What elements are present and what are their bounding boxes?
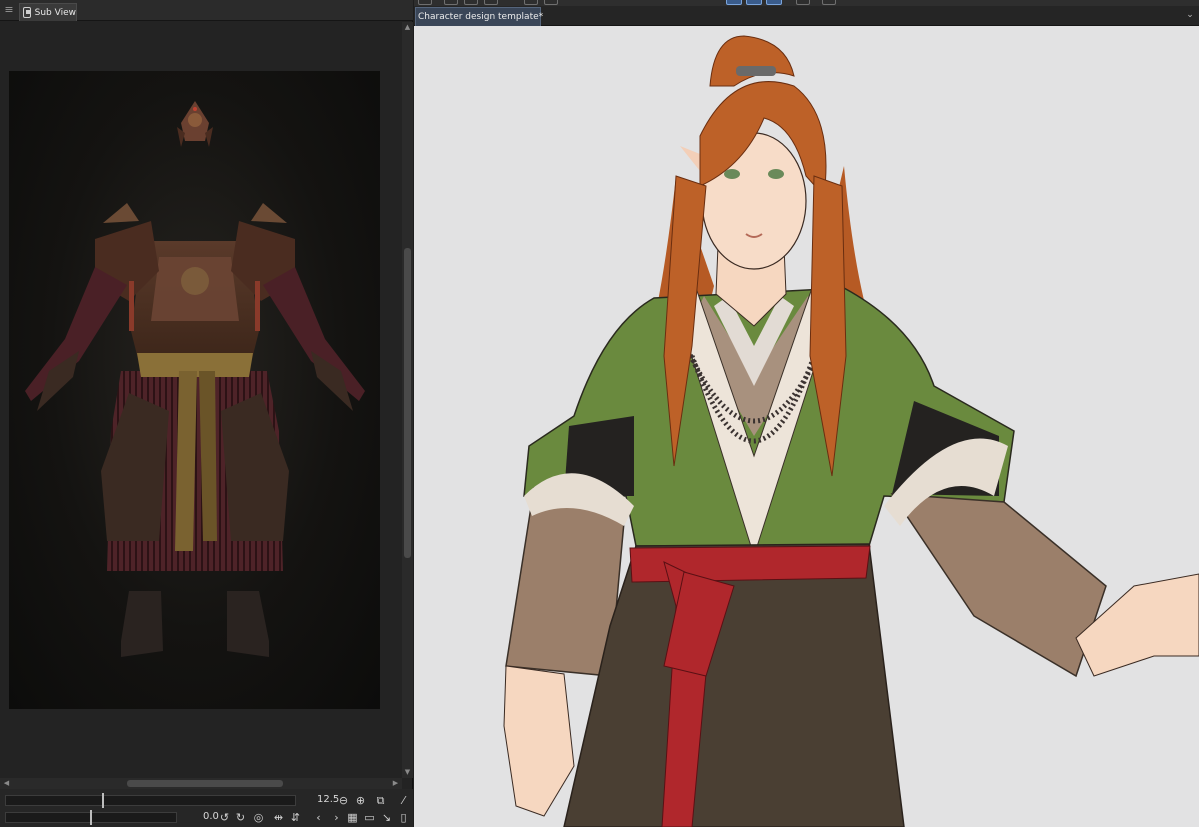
toolbar-button-active[interactable] bbox=[726, 0, 742, 5]
subview-header: ≡ Sub View bbox=[0, 0, 413, 21]
document-tab-label: Character design template* bbox=[418, 12, 544, 22]
vertical-scroll-thumb[interactable] bbox=[404, 248, 411, 558]
minus-circle-icon[interactable]: ⊖ bbox=[337, 794, 350, 807]
rotate-right-icon[interactable]: ↻ bbox=[234, 811, 247, 824]
trash-icon[interactable]: ▯ bbox=[397, 811, 410, 824]
toolbar-button[interactable] bbox=[418, 0, 432, 5]
drawing-canvas[interactable] bbox=[414, 26, 1199, 827]
horizontal-scrollbar[interactable]: ◀ ▶ bbox=[0, 778, 402, 789]
subview-panel: ≡ Sub View ▲ ▼ ◀ ▶ 12.5 ⊖ ⊕ ⧉ ⁄ 0.0 ↺ ↻ … bbox=[0, 0, 413, 827]
zoom-slider[interactable] bbox=[5, 793, 296, 808]
import-icon[interactable]: ↘ bbox=[380, 811, 393, 824]
tassel-left bbox=[129, 281, 134, 331]
toolbar-button[interactable] bbox=[464, 0, 478, 5]
zoom-slider-knob[interactable] bbox=[102, 793, 104, 808]
flip-vertical-icon[interactable]: ⇵ bbox=[289, 811, 302, 824]
scroll-left-icon[interactable]: ◀ bbox=[2, 779, 11, 788]
chevron-right-icon[interactable]: › bbox=[330, 811, 343, 824]
toolbar-button[interactable] bbox=[822, 0, 836, 5]
subview-canvas[interactable] bbox=[0, 22, 402, 778]
toolbar-button[interactable] bbox=[524, 0, 538, 5]
reference-image[interactable] bbox=[9, 71, 380, 709]
scroll-up-icon[interactable]: ▲ bbox=[403, 23, 412, 32]
subview-tab-label: Sub View bbox=[34, 7, 76, 18]
app-window: ≡ Sub View ▲ ▼ ◀ ▶ 12.5 ⊖ ⊕ ⧉ ⁄ 0.0 ↺ ↻ … bbox=[0, 0, 1199, 827]
horizontal-scroll-thumb[interactable] bbox=[127, 780, 283, 787]
toolbar-button[interactable] bbox=[796, 0, 810, 5]
rotate-left-icon[interactable]: ↺ bbox=[218, 811, 231, 824]
tassel-right bbox=[255, 281, 260, 331]
chevron-left-icon[interactable]: ‹ bbox=[312, 811, 325, 824]
folder-icon[interactable]: ▭ bbox=[363, 811, 376, 824]
rotate-slider-knob[interactable] bbox=[90, 810, 92, 825]
grid-icon[interactable]: ▦ bbox=[346, 811, 359, 824]
hair-ornament bbox=[736, 66, 776, 76]
eyedropper-icon[interactable]: ⁄ bbox=[397, 794, 410, 807]
menu-icon[interactable]: ≡ bbox=[4, 4, 14, 16]
toolbar-button-active[interactable] bbox=[746, 0, 762, 5]
reset-rotate-icon[interactable]: ◎ bbox=[252, 811, 265, 824]
toolbar-button[interactable] bbox=[544, 0, 558, 5]
subview-icon bbox=[23, 7, 31, 18]
flip-horizontal-icon[interactable]: ⇹ bbox=[272, 811, 285, 824]
fit-window-icon[interactable]: ⧉ bbox=[374, 794, 387, 807]
rotate-value: 0.0 bbox=[203, 811, 219, 822]
boots bbox=[121, 591, 269, 657]
canvas-panel: Character design template* ⌄ bbox=[414, 0, 1199, 827]
zoom-value: 12.5 bbox=[317, 794, 340, 805]
scroll-right-icon[interactable]: ▶ bbox=[391, 779, 400, 788]
document-tab[interactable]: Character design template* bbox=[415, 7, 544, 26]
toolbar-button-active[interactable] bbox=[766, 0, 782, 5]
helmet bbox=[177, 101, 213, 147]
subview-tab[interactable]: Sub View bbox=[19, 3, 77, 21]
scroll-down-icon[interactable]: ▼ bbox=[403, 768, 412, 777]
toolbar-button[interactable] bbox=[444, 0, 458, 5]
plus-circle-icon[interactable]: ⊕ bbox=[354, 794, 367, 807]
chevron-down-icon[interactable]: ⌄ bbox=[1185, 9, 1195, 21]
vertical-scrollbar[interactable]: ▲ ▼ bbox=[402, 22, 413, 778]
document-tabs: Character design template* ⌄ bbox=[414, 6, 1199, 26]
rotate-slider[interactable] bbox=[5, 810, 177, 825]
subview-controls: 12.5 ⊖ ⊕ ⧉ ⁄ 0.0 ↺ ↻ ◎ ⇹ ⇵ ‹ › ▦ ▭ ↘ ▯ bbox=[0, 789, 413, 827]
toolbar-button[interactable] bbox=[484, 0, 498, 5]
